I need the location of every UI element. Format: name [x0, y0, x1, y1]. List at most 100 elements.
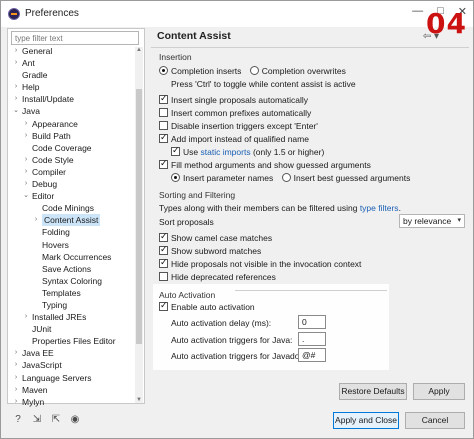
tree-item[interactable]: › JavaScript — [8, 359, 134, 371]
checkbox-icon[interactable] — [159, 132, 168, 143]
tree-item[interactable]: Gradle — [8, 69, 134, 81]
tree-item[interactable]: › Ant — [8, 57, 134, 69]
chevron-right-icon[interactable]: › — [12, 347, 20, 359]
apply-button[interactable]: Apply — [413, 383, 465, 400]
export-icon[interactable]: ⇱ — [51, 415, 61, 425]
tree-item[interactable]: › Java EE — [8, 347, 134, 359]
insertion-heading: Insertion — [159, 52, 192, 62]
cancel-button[interactable]: Cancel — [405, 412, 465, 429]
back-forward-icon[interactable]: ⇦ ▾ — [423, 31, 439, 42]
static-imports-link[interactable]: static imports — [201, 147, 251, 157]
chevron-right-icon[interactable]: › — [22, 166, 30, 178]
javadoc-triggers-input[interactable]: @# — [298, 348, 326, 362]
tree-item[interactable]: › Build Path — [8, 130, 134, 142]
checkbox-icon[interactable] — [159, 121, 168, 130]
scroll-up-icon[interactable]: ▲ — [135, 47, 143, 53]
checkbox-icon[interactable] — [159, 93, 168, 104]
chevron-right-icon[interactable]: › — [12, 372, 20, 384]
apply-and-close-button[interactable]: Apply and Close — [333, 412, 399, 429]
tree-item-label: Debug — [32, 179, 58, 190]
tree-item[interactable]: Typing — [8, 299, 134, 311]
chevron-right-icon[interactable]: › — [22, 130, 30, 142]
checkbox-icon[interactable] — [159, 158, 168, 169]
tree-item[interactable]: › Appearance — [8, 118, 134, 130]
scroll-down-icon[interactable]: ▼ — [135, 397, 143, 403]
type-filters-link[interactable]: type filters — [360, 203, 399, 213]
tree-item[interactable]: Folding — [8, 226, 134, 238]
insert-best-guessed-radio[interactable] — [281, 173, 291, 182]
java-triggers-input[interactable]: . — [298, 332, 326, 346]
tree-item[interactable]: › Code Style — [8, 154, 134, 166]
add-import-checkbox[interactable]: Add import instead of qualified name — [159, 132, 309, 145]
checkbox-icon[interactable] — [159, 272, 168, 281]
checkbox-icon[interactable] — [159, 108, 168, 117]
sort-proposals-select[interactable]: by relevance ▾ — [399, 214, 465, 228]
tree-item[interactable]: › Language Servers — [8, 372, 134, 384]
minimize-button[interactable]: — — [412, 5, 423, 18]
enable-auto-activation-checkbox[interactable]: Enable auto activation — [159, 300, 255, 313]
tree-item[interactable]: Syntax Coloring — [8, 275, 134, 287]
chevron-right-icon[interactable]: › — [12, 57, 20, 69]
restore-defaults-button[interactable]: Restore Defaults — [339, 383, 407, 400]
chevron-down-icon[interactable]: ⌄ — [12, 105, 20, 117]
tree-item[interactable]: Mark Occurrences — [8, 251, 134, 263]
scroll-thumb[interactable] — [136, 89, 142, 344]
checkbox-icon[interactable] — [171, 145, 180, 156]
use-static-imports-checkbox[interactable]: Use static imports (only 1.5 or higher) — [171, 145, 324, 158]
chevron-right-icon[interactable]: › — [22, 311, 30, 323]
settings-icon[interactable]: ◉ — [70, 415, 80, 425]
radio-icon[interactable] — [159, 66, 168, 75]
checkbox-icon[interactable] — [159, 257, 168, 268]
tree-item[interactable]: Hovers — [8, 239, 134, 251]
checkbox-icon[interactable] — [159, 231, 168, 242]
chevron-right-icon[interactable]: › — [12, 45, 20, 57]
common-prefixes-checkbox[interactable]: Insert common prefixes automatically — [159, 108, 311, 119]
tree-item[interactable]: › Compiler — [8, 166, 134, 178]
help-icon[interactable]: ? — [13, 415, 23, 425]
single-proposals-checkbox[interactable]: Insert single proposals automatically — [159, 93, 308, 106]
tree-item[interactable]: › Help — [8, 81, 134, 93]
tree-item[interactable]: › Installed JREs — [8, 311, 134, 323]
chevron-right-icon[interactable]: › — [12, 396, 20, 408]
chevron-right-icon[interactable]: › — [22, 178, 30, 190]
chevron-right-icon[interactable]: › — [12, 81, 20, 93]
tree-item[interactable]: Code Minings — [8, 202, 134, 214]
tree-item[interactable]: › Maven — [8, 384, 134, 396]
fill-args-checkbox[interactable]: Fill method arguments and show guessed a… — [159, 158, 371, 171]
tree-item[interactable]: JUnit — [8, 323, 134, 335]
hide-deprecated-checkbox[interactable]: Hide deprecated references — [159, 272, 276, 283]
subword-checkbox[interactable]: Show subword matches — [159, 244, 261, 257]
tree-item[interactable]: Save Actions — [8, 263, 134, 275]
chevron-right-icon[interactable]: › — [12, 384, 20, 396]
chevron-right-icon[interactable]: › — [22, 118, 30, 130]
import-icon[interactable]: ⇲ — [32, 415, 42, 425]
tree-item[interactable]: Code Coverage — [8, 142, 134, 154]
chevron-down-icon[interactable]: ⌄ — [22, 190, 30, 202]
delay-input[interactable]: 0 — [298, 315, 326, 329]
chevron-right-icon[interactable]: › — [12, 359, 20, 371]
hide-not-visible-checkbox[interactable]: Hide proposals not visible in the invoca… — [159, 257, 361, 270]
chevron-right-icon[interactable]: › — [22, 154, 30, 166]
tree-item[interactable]: › Content Assist — [8, 214, 134, 227]
tree-item[interactable]: › Mylyn — [8, 396, 134, 408]
tree-item[interactable]: ⌄ Editor — [8, 190, 134, 202]
tree-scrollbar[interactable]: ▲ ▼ — [135, 47, 143, 403]
tree-item-label: Code Minings — [42, 203, 94, 214]
tree-item[interactable]: ⌄ Java — [8, 105, 134, 117]
completion-inserts-radio[interactable]: Completion inserts Completion overwrites — [159, 66, 346, 77]
chevron-right-icon[interactable]: › — [12, 93, 20, 105]
checkbox-icon[interactable] — [159, 244, 168, 255]
completion-overwrites-radio[interactable] — [249, 66, 259, 75]
checkbox-icon[interactable] — [159, 300, 168, 311]
tree-item-label: Maven — [22, 384, 48, 395]
tree-item[interactable]: Templates — [8, 287, 134, 299]
camel-case-checkbox[interactable]: Show camel case matches — [159, 231, 272, 244]
tree-item[interactable]: › General — [8, 45, 134, 57]
chevron-right-icon[interactable]: › — [32, 214, 40, 226]
filter-input[interactable] — [11, 31, 139, 45]
tree-item[interactable]: › Debug — [8, 178, 134, 190]
insert-param-names-radio[interactable] — [171, 173, 180, 182]
tree-item[interactable]: › Install/Update — [8, 93, 134, 105]
disable-triggers-checkbox[interactable]: Disable insertion triggers except 'Enter… — [159, 121, 318, 132]
tree-item[interactable]: Properties Files Editor — [8, 335, 134, 347]
